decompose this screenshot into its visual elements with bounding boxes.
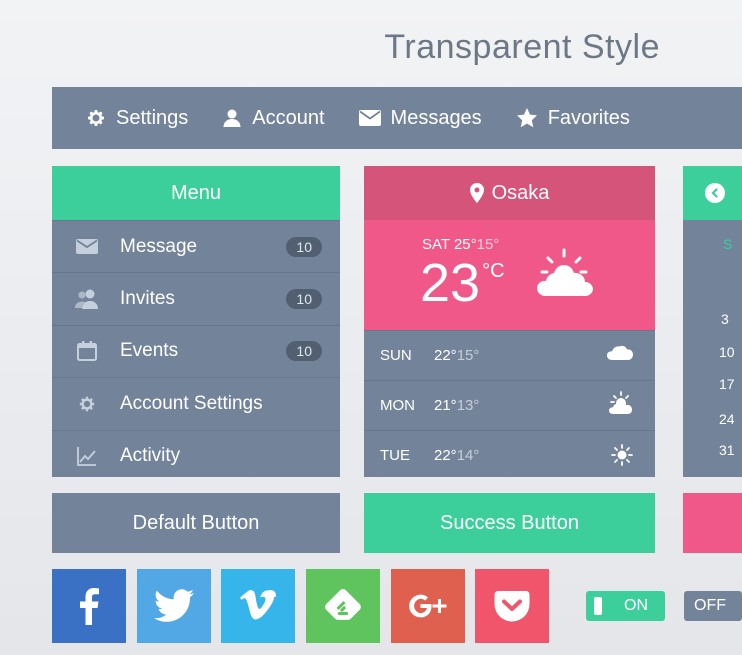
forecast-temps: 21°13° <box>434 397 479 414</box>
vimeo-button[interactable] <box>221 569 295 643</box>
calendar-panel: S 3 10 17 24 31 <box>683 166 742 477</box>
nav-label-favorites: Favorites <box>547 106 630 129</box>
forecast-day: SUN <box>380 347 412 364</box>
count-badge: 10 <box>286 289 322 310</box>
forecast-row-tue: TUE 22°14° <box>364 430 655 480</box>
default-button[interactable]: Default Button <box>52 493 340 553</box>
menu-item-account-settings[interactable]: Account Settings <box>52 377 340 429</box>
menu-label-activity: Activity <box>120 445 181 467</box>
partly-cloudy-icon <box>609 391 633 419</box>
feedly-button[interactable] <box>306 569 380 643</box>
toggle-off-label: OFF <box>694 597 726 614</box>
forecast-day: MON <box>380 397 415 414</box>
nav-item-settings[interactable]: Settings <box>86 107 188 130</box>
gear-icon <box>79 396 95 412</box>
weather-header: Osaka <box>364 166 655 220</box>
chevron-left-icon <box>711 188 718 198</box>
cloud-icon <box>607 345 633 365</box>
feedly-icon <box>325 589 361 620</box>
prev-month-button[interactable] <box>705 183 725 203</box>
google-plus-icon <box>409 594 447 618</box>
forecast-high: 21° <box>434 397 457 414</box>
menu-header: Menu <box>52 166 340 220</box>
nav-item-favorites[interactable]: Favorites <box>516 107 630 130</box>
forecast-low: 14° <box>456 447 480 464</box>
envelope-icon <box>358 110 381 126</box>
twitter-icon <box>154 589 194 622</box>
weather-city: Osaka <box>491 181 550 204</box>
menu-item-invites[interactable]: Invites 10 <box>52 272 340 324</box>
count-badge: 10 <box>286 236 322 257</box>
menu-item-activity[interactable]: Activity <box>52 429 340 482</box>
facebook-button[interactable] <box>52 569 126 643</box>
google-plus-button[interactable] <box>391 569 465 643</box>
location-pin-icon <box>469 183 484 203</box>
weather-panel: Osaka SAT 25°15° 23 °C SUN 22°15° MON 21°… <box>364 166 655 477</box>
count-badge: 10 <box>286 341 322 362</box>
partly-cloudy-icon <box>534 248 594 303</box>
envelope-icon <box>76 239 98 255</box>
today-temp-value: 23 <box>420 253 481 313</box>
menu-label-account-settings: Account Settings <box>120 392 263 414</box>
calendar-date[interactable]: 3 <box>721 311 729 327</box>
menu-label-events: Events <box>120 340 179 362</box>
forecast-low: 15° <box>456 347 480 364</box>
today-temperature: 23 °C <box>420 252 505 314</box>
twitter-button[interactable] <box>137 569 211 643</box>
nav-item-account[interactable]: Account <box>222 106 325 130</box>
weather-today: SAT 25°15° 23 °C <box>364 220 655 330</box>
pocket-icon <box>494 591 530 622</box>
forecast-day: TUE <box>380 447 410 464</box>
forecast-row-sun: SUN 22°15° <box>364 330 655 380</box>
today-summary: SAT 25°15° <box>422 236 499 253</box>
vimeo-icon <box>240 590 276 620</box>
page-title: Transparent Style <box>384 28 660 66</box>
facebook-icon <box>80 588 99 625</box>
toggle-off-switch[interactable]: OFF <box>684 591 742 621</box>
toggle-on-switch[interactable]: ON <box>586 591 665 621</box>
calendar-date[interactable]: 24 <box>719 411 735 427</box>
top-nav-bar: Settings Account Messages Favorites <box>52 87 742 149</box>
today-temp-unit: °C <box>482 260 505 282</box>
nav-item-messages[interactable]: Messages <box>358 106 482 130</box>
danger-button[interactable] <box>683 493 742 553</box>
menu-item-events[interactable]: Events 10 <box>52 324 340 377</box>
toggle-knob <box>594 597 602 615</box>
today-day: SAT <box>422 236 450 253</box>
pocket-button[interactable] <box>475 569 549 643</box>
menu-panel: Menu Message 10 Invites 10 Events 10 Acc… <box>52 166 340 477</box>
toggle-on-label: ON <box>624 597 648 614</box>
today-high: 25° <box>453 236 477 253</box>
forecast-low: 13° <box>456 397 480 414</box>
forecast-temps: 22°14° <box>434 447 479 464</box>
users-icon <box>75 289 98 310</box>
menu-label-invites: Invites <box>120 288 175 310</box>
calendar-date[interactable]: 10 <box>719 344 735 360</box>
sun-icon <box>611 444 633 470</box>
chart-icon <box>77 447 96 467</box>
calendar-date[interactable]: 17 <box>719 376 735 392</box>
today-low: 15° <box>476 236 500 253</box>
forecast-high: 22° <box>434 347 457 364</box>
success-button[interactable]: Success Button <box>364 493 655 553</box>
star-icon <box>516 108 537 128</box>
forecast-temps: 22°15° <box>434 347 479 364</box>
menu-item-message[interactable]: Message 10 <box>52 220 340 272</box>
forecast-high: 22° <box>434 447 457 464</box>
nav-label-messages: Messages <box>390 106 482 129</box>
weekday-header: S <box>723 236 733 252</box>
calendar-date[interactable]: 31 <box>719 442 735 458</box>
calendar-icon <box>77 341 97 362</box>
user-icon <box>223 109 241 127</box>
calendar-header <box>683 166 742 220</box>
forecast-row-mon: MON 21°13° <box>364 380 655 430</box>
nav-label-settings: Settings <box>116 106 189 129</box>
nav-label-account: Account <box>252 106 325 129</box>
menu-label-message: Message <box>120 235 198 257</box>
gear-icon <box>88 110 104 126</box>
